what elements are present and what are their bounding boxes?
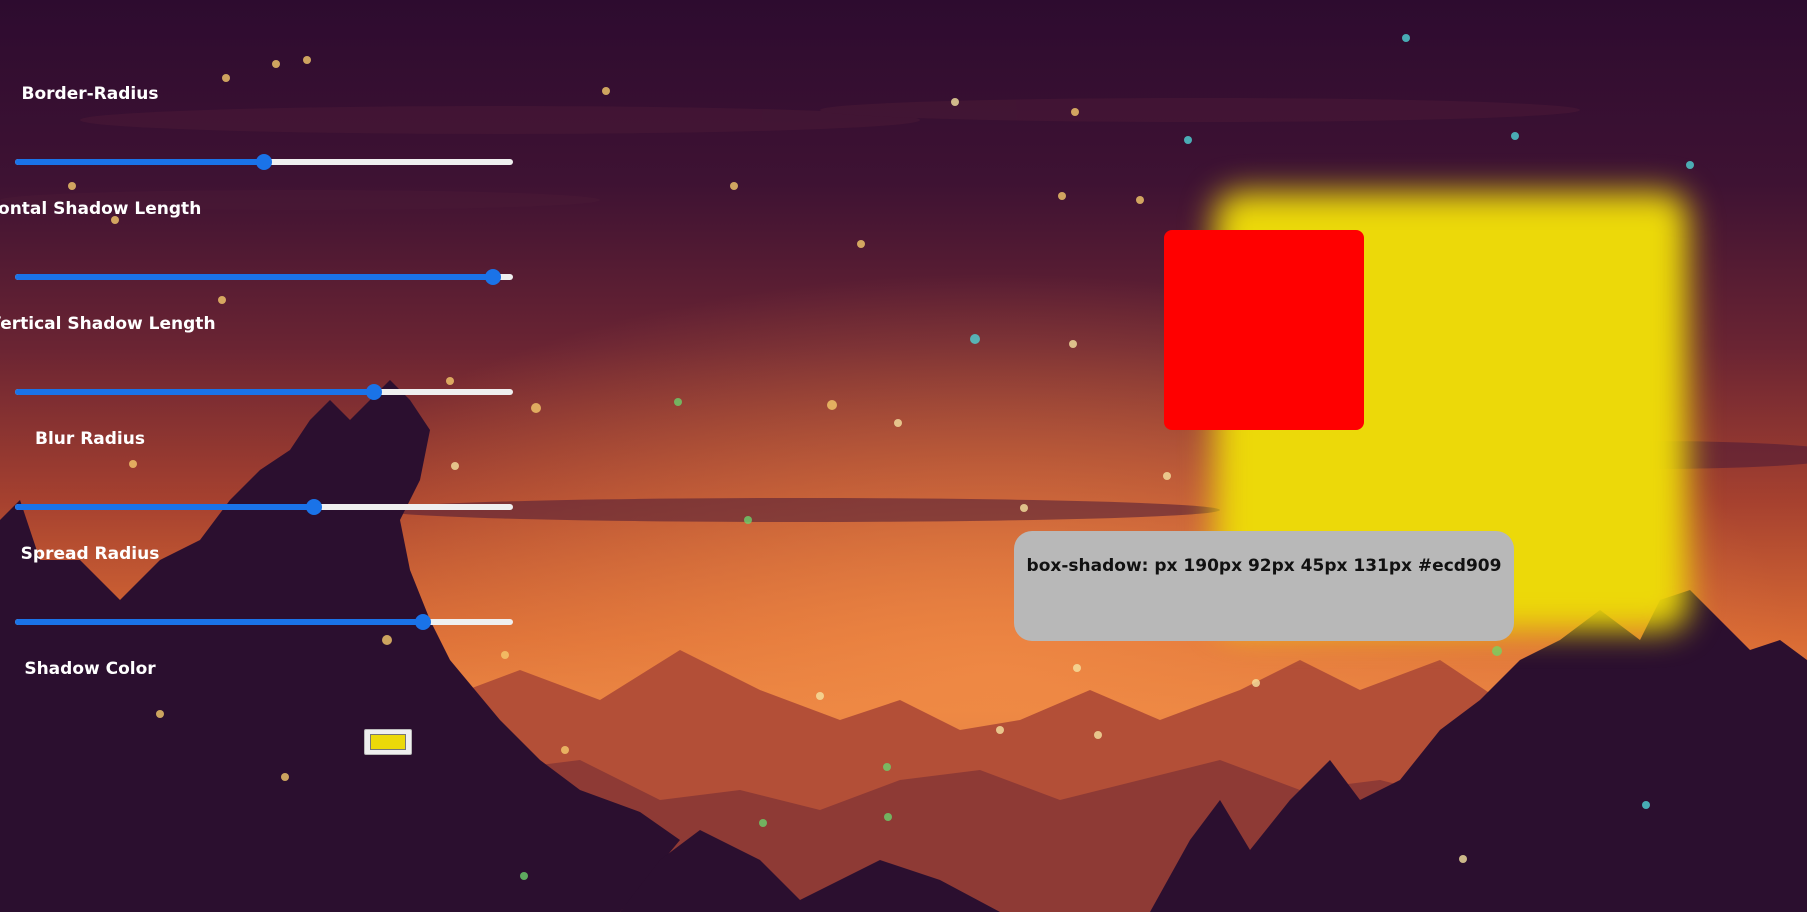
shadow-color-picker[interactable]	[364, 729, 412, 755]
border-radius-slider[interactable]	[15, 154, 513, 170]
spread-radius-slider[interactable]	[15, 614, 513, 630]
horizontal-shadow-label: Horizontal Shadow Length	[0, 199, 202, 219]
blur-radius-slider[interactable]	[15, 499, 513, 515]
color-swatch-fill	[370, 734, 406, 750]
slider-thumb[interactable]	[256, 154, 272, 170]
slider-fill	[15, 389, 374, 395]
shadow-color-label: Shadow Color	[24, 659, 156, 679]
slider-fill	[15, 504, 314, 510]
horizontal-shadow-slider[interactable]	[15, 269, 513, 285]
slider-fill	[15, 274, 494, 280]
css-output-text: box-shadow: px 190px 92px 45px 131px #ec…	[1026, 556, 1502, 576]
slider-thumb[interactable]	[365, 384, 382, 400]
vertical-shadow-slider[interactable]	[15, 384, 513, 400]
spread-radius-label: Spread Radius	[20, 544, 160, 564]
slider-thumb[interactable]	[305, 499, 322, 515]
slider-thumb[interactable]	[415, 614, 432, 630]
css-output-box: box-shadow: px 190px 92px 45px 131px #ec…	[1014, 531, 1514, 641]
slider-fill	[15, 619, 424, 625]
slider-fill	[15, 159, 264, 165]
border-radius-label: Border-Radius	[21, 84, 159, 104]
blur-radius-label: Blur Radius	[35, 429, 145, 449]
vertical-shadow-label: Vertical Shadow Length	[0, 314, 216, 334]
controls-panel: Border-Radius Horizontal Shadow Length V…	[0, 0, 540, 912]
slider-thumb[interactable]	[485, 269, 502, 285]
preview-box	[1164, 230, 1364, 430]
